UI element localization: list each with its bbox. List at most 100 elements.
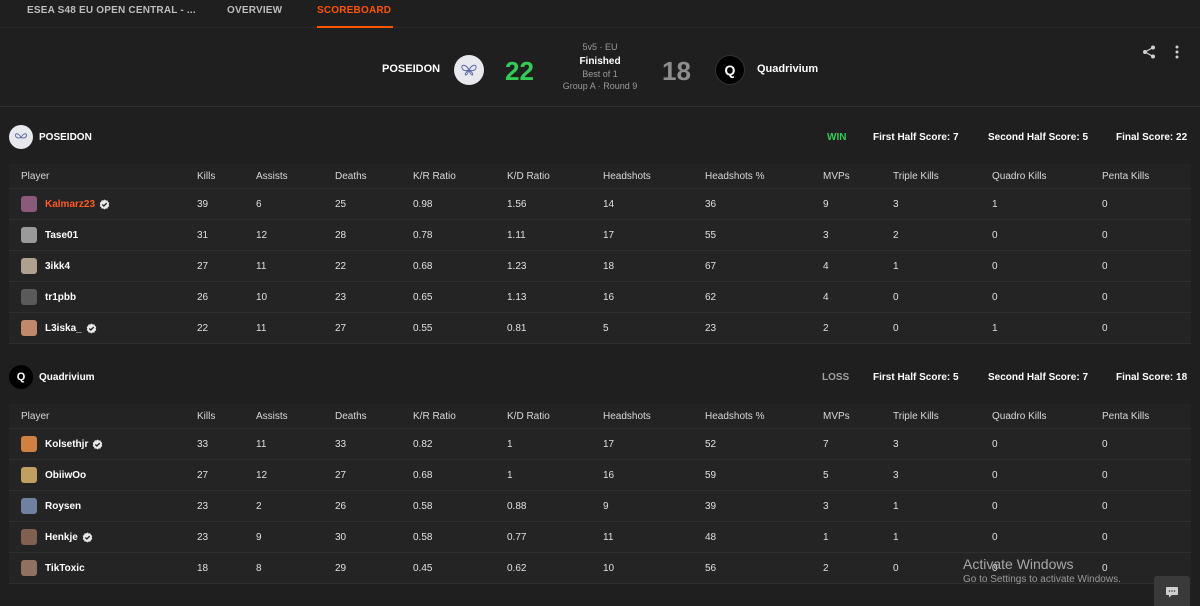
player-cell[interactable]: ObiiwOo xyxy=(21,460,86,490)
team1-logo-small[interactable] xyxy=(9,125,33,149)
column-header-kills[interactable]: Kills xyxy=(197,404,215,428)
column-header-quadro-kills[interactable]: Quadro Kills xyxy=(992,164,1046,188)
player-cell[interactable]: Roysen xyxy=(21,491,81,521)
table-row[interactable]: Kalmarz23 39 6 25 0.98 1.56 14 36 9 3 1 0 xyxy=(9,189,1191,220)
player-cell[interactable]: Tase01 xyxy=(21,220,78,250)
avatar[interactable] xyxy=(21,529,37,545)
column-header-triple-kills[interactable]: Triple Kills xyxy=(893,164,939,188)
column-header-penta-kills[interactable]: Penta Kills xyxy=(1102,404,1149,428)
column-header-player[interactable]: Player xyxy=(21,164,49,188)
player-name[interactable]: ObiiwOo xyxy=(45,470,86,481)
player-cell[interactable]: TikToxic xyxy=(21,553,85,583)
team-name[interactable]: Quadrivium xyxy=(39,372,95,383)
stat-headshots: 17 xyxy=(603,438,615,450)
stat-mvps: 1 xyxy=(823,531,829,543)
column-header-quadro-kills[interactable]: Quadro Kills xyxy=(992,404,1046,428)
player-name[interactable]: Roysen xyxy=(45,501,81,512)
column-header-assists[interactable]: Assists xyxy=(256,164,288,188)
chat-button[interactable] xyxy=(1154,576,1190,606)
stat-deaths: 30 xyxy=(335,531,347,543)
team-name[interactable]: POSEIDON xyxy=(39,132,92,143)
column-header-kills[interactable]: Kills xyxy=(197,164,215,188)
column-header-headshots[interactable]: Headshots xyxy=(603,404,651,428)
table-row[interactable]: Tase01 31 12 28 0.78 1.11 17 55 3 2 0 0 xyxy=(9,220,1191,251)
stat-mvps: 2 xyxy=(823,562,829,574)
avatar[interactable] xyxy=(21,320,37,336)
final-score: Final Score: 18 xyxy=(1116,372,1188,383)
player-cell[interactable]: 3ikk4 xyxy=(21,251,70,281)
tab-overview[interactable]: OVERVIEW xyxy=(227,0,282,28)
tab-scoreboard[interactable]: SCOREBOARD xyxy=(317,0,394,28)
column-header-kd-ratio[interactable]: K/D Ratio xyxy=(507,164,550,188)
more-vertical-icon[interactable] xyxy=(1167,42,1187,62)
stat-kd-ratio: 0.81 xyxy=(507,322,527,334)
team1-name[interactable]: POSEIDON xyxy=(382,63,440,75)
team1-logo[interactable] xyxy=(454,55,484,85)
table-row[interactable]: ObiiwOo 27 12 27 0.68 1 16 59 5 3 0 0 xyxy=(9,460,1191,491)
table-row[interactable]: Henkje 23 9 30 0.58 0.77 11 48 1 1 0 0 xyxy=(9,522,1191,553)
player-cell[interactable]: Kalmarz23 xyxy=(21,189,110,219)
table-row[interactable]: Roysen 23 2 26 0.58 0.88 9 39 3 1 0 0 xyxy=(9,491,1191,522)
column-header-penta-kills[interactable]: Penta Kills xyxy=(1102,164,1149,188)
avatar[interactable] xyxy=(21,498,37,514)
avatar[interactable] xyxy=(21,227,37,243)
final-score: Final Score: 22 xyxy=(1116,132,1188,143)
team2-name[interactable]: Quadrivium xyxy=(757,63,818,75)
stat-kills: 18 xyxy=(197,562,209,574)
column-header-kr-ratio[interactable]: K/R Ratio xyxy=(413,164,456,188)
stat-penta-kills: 0 xyxy=(1102,322,1108,334)
player-name[interactable]: TikToxic xyxy=(45,563,85,574)
stat-assists: 9 xyxy=(256,531,262,543)
player-name[interactable]: Kalmarz23 xyxy=(45,199,95,210)
table-row[interactable]: tr1pbb 26 10 23 0.65 1.13 16 62 4 0 0 0 xyxy=(9,282,1191,313)
stat-penta-kills: 0 xyxy=(1102,469,1108,481)
stat-headshots: 11 xyxy=(603,531,614,543)
column-header-deaths[interactable]: Deaths xyxy=(335,404,367,428)
column-header-mvps[interactable]: MVPs xyxy=(823,164,850,188)
table-row[interactable]: Kolsethjr 33 11 33 0.82 1 17 52 7 3 0 0 xyxy=(9,429,1191,460)
group-round: Group A · Round 9 xyxy=(562,81,638,91)
stat-triple-kills: 0 xyxy=(893,291,899,303)
player-cell[interactable]: tr1pbb xyxy=(21,282,76,312)
column-header-headshots-pct[interactable]: Headshots % xyxy=(705,404,764,428)
table-row[interactable]: L3iska_ 22 11 27 0.55 0.81 5 23 2 0 1 0 xyxy=(9,313,1191,344)
column-header-triple-kills[interactable]: Triple Kills xyxy=(893,404,939,428)
column-header-mvps[interactable]: MVPs xyxy=(823,404,850,428)
avatar[interactable] xyxy=(21,196,37,212)
stat-headshots-pct: 39 xyxy=(705,500,717,512)
stat-mvps: 3 xyxy=(823,500,829,512)
column-header-headshots-pct[interactable]: Headshots % xyxy=(705,164,764,188)
player-cell[interactable]: Kolsethjr xyxy=(21,429,103,459)
stat-triple-kills: 2 xyxy=(893,229,899,241)
column-header-player[interactable]: Player xyxy=(21,404,49,428)
avatar[interactable] xyxy=(21,289,37,305)
share-icon[interactable] xyxy=(1139,42,1159,62)
column-header-kr-ratio[interactable]: K/R Ratio xyxy=(413,404,456,428)
player-name[interactable]: L3iska_ xyxy=(45,323,82,334)
stat-deaths: 29 xyxy=(335,562,347,574)
second-half-score: Second Half Score: 5 xyxy=(988,132,1089,143)
stat-triple-kills: 3 xyxy=(893,438,899,450)
avatar[interactable] xyxy=(21,436,37,452)
column-header-deaths[interactable]: Deaths xyxy=(335,164,367,188)
team2-logo-small[interactable]: Q xyxy=(9,365,33,389)
player-name[interactable]: Kolsethjr xyxy=(45,439,88,450)
column-header-headshots[interactable]: Headshots xyxy=(603,164,651,188)
avatar[interactable] xyxy=(21,258,37,274)
tab-tournament[interactable]: ESEA S48 EU OPEN CENTRAL - ... xyxy=(27,0,196,28)
stat-headshots: 16 xyxy=(603,469,615,481)
avatar[interactable] xyxy=(21,560,37,576)
player-name[interactable]: 3ikk4 xyxy=(45,261,70,272)
stat-headshots-pct: 48 xyxy=(705,531,717,543)
avatar[interactable] xyxy=(21,467,37,483)
windows-watermark: Activate Windows Go to Settings to activ… xyxy=(963,556,1121,585)
table-row[interactable]: 3ikk4 27 11 22 0.68 1.23 18 67 4 1 0 0 xyxy=(9,251,1191,282)
player-cell[interactable]: Henkje xyxy=(21,522,93,552)
player-name[interactable]: Tase01 xyxy=(45,230,78,241)
player-name[interactable]: Henkje xyxy=(45,532,78,543)
team2-logo[interactable]: Q xyxy=(715,55,745,85)
column-header-assists[interactable]: Assists xyxy=(256,404,288,428)
column-header-kd-ratio[interactable]: K/D Ratio xyxy=(507,404,550,428)
player-name[interactable]: tr1pbb xyxy=(45,292,76,303)
player-cell[interactable]: L3iska_ xyxy=(21,313,97,343)
